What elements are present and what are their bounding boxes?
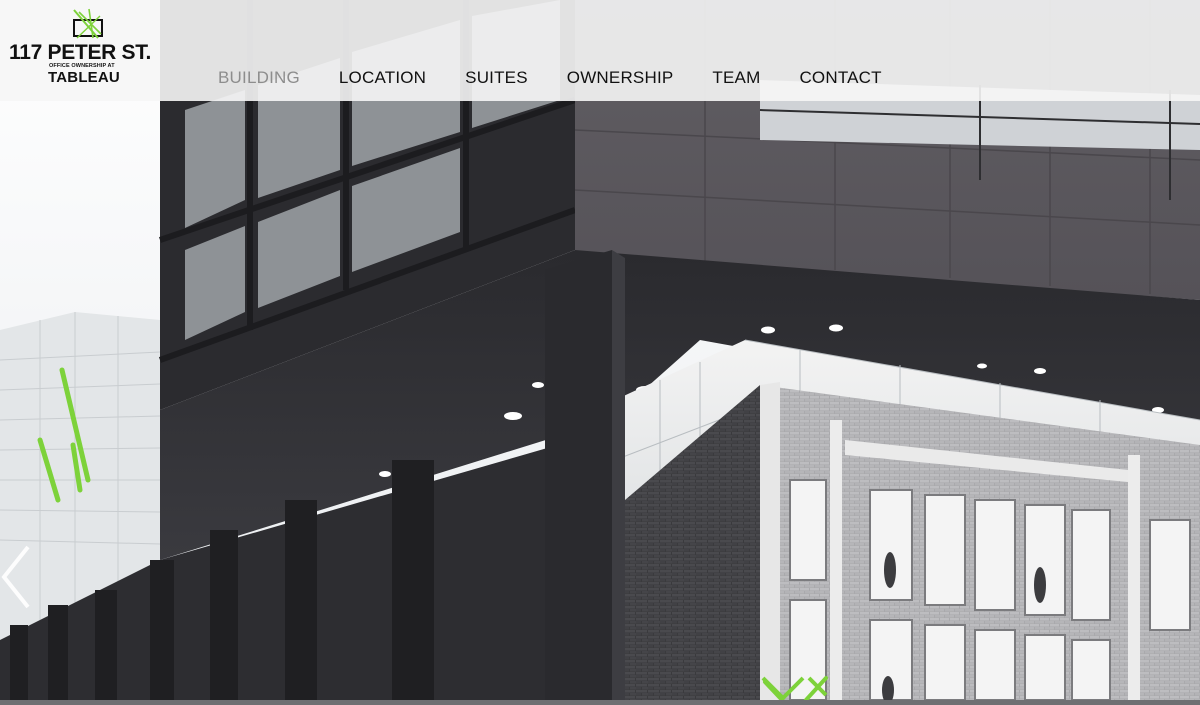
nav-item-building[interactable]: BUILDING <box>218 68 300 88</box>
site-logo[interactable]: 117 PETER ST. OFFICE OWNERSHIP AT TABLEA… <box>0 0 175 101</box>
slider-next-button[interactable] <box>760 675 830 705</box>
logo-title: 117 PETER ST. <box>9 41 152 64</box>
slider-prev-button[interactable] <box>0 545 34 614</box>
site-header: 117 PETER ST. OFFICE OWNERSHIP AT TABLEA… <box>0 0 1200 101</box>
nav-item-ownership[interactable]: OWNERSHIP <box>567 68 674 88</box>
chevron-left-icon <box>1 545 30 609</box>
chevron-down-icon <box>761 676 828 701</box>
nav-item-suites[interactable]: SUITES <box>465 68 528 88</box>
nav-item-team[interactable]: TEAM <box>712 68 760 88</box>
main-nav: BUILDING LOCATION SUITES OWNERSHIP TEAM … <box>218 68 921 88</box>
nav-item-location[interactable]: LOCATION <box>339 68 426 88</box>
logo-brand: TABLEAU <box>48 69 120 86</box>
logo-mark-icon <box>73 8 103 39</box>
hero-image <box>0 0 1200 700</box>
nav-item-contact[interactable]: CONTACT <box>799 68 881 88</box>
